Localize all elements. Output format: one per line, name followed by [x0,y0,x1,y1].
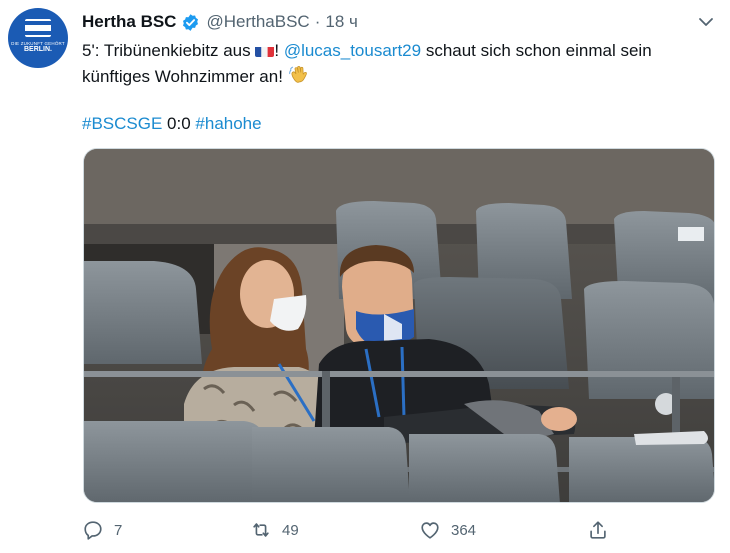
tweet-text-part: ! [274,41,284,60]
avatar[interactable]: DIE ZUKUNFT GEHÖRT BERLIN. [8,8,68,68]
tweet-text: 5': Tribünenkiebitz aus ! @lucas_tousart… [82,38,707,90]
verified-badge-icon [181,13,200,32]
avatar-city: BERLIN. [24,45,52,53]
reply-button[interactable]: 7 [82,516,122,544]
retweet-button[interactable]: 49 [250,516,299,544]
tweet-header: Hertha BSC @HerthaBSC · 18 ч [82,10,682,34]
like-count: 364 [451,521,477,539]
hashtag-line: #BSCSGE 0:0 #hahohe [82,111,262,137]
chevron-down-icon[interactable] [696,12,716,32]
timestamp[interactable]: 18 ч [325,12,358,32]
like-button[interactable]: 364 [419,516,476,544]
separator-dot: · [314,12,321,31]
heart-icon [421,522,439,539]
club-logo-flag [25,18,51,37]
tweet-text-part: 5': Tribünenkiebitz aus [82,41,256,60]
share-icon [590,521,606,539]
share-button[interactable] [587,516,609,544]
hashtag-link[interactable]: #BSCSGE [82,114,162,133]
france-flag-icon [255,43,275,57]
action-bar: 7 49 364 [80,516,640,544]
display-name[interactable]: Hertha BSC [82,12,176,32]
handle[interactable]: @HerthaBSC [206,12,309,32]
waving-hand-icon [288,64,310,86]
tweet-photo[interactable] [83,148,715,503]
mention-link[interactable]: @lucas_tousart29 [284,41,421,60]
reply-icon [84,521,102,540]
stadium-stands-photo [84,149,714,502]
tweet-card: DIE ZUKUNFT GEHÖRT BERLIN. Hertha BSC @H… [0,0,730,553]
retweet-icon [253,523,269,537]
reply-count: 7 [114,521,123,539]
hashtag-link[interactable]: #hahohe [195,114,261,133]
score-text: 0:0 [162,114,196,133]
retweet-count: 49 [282,521,299,539]
